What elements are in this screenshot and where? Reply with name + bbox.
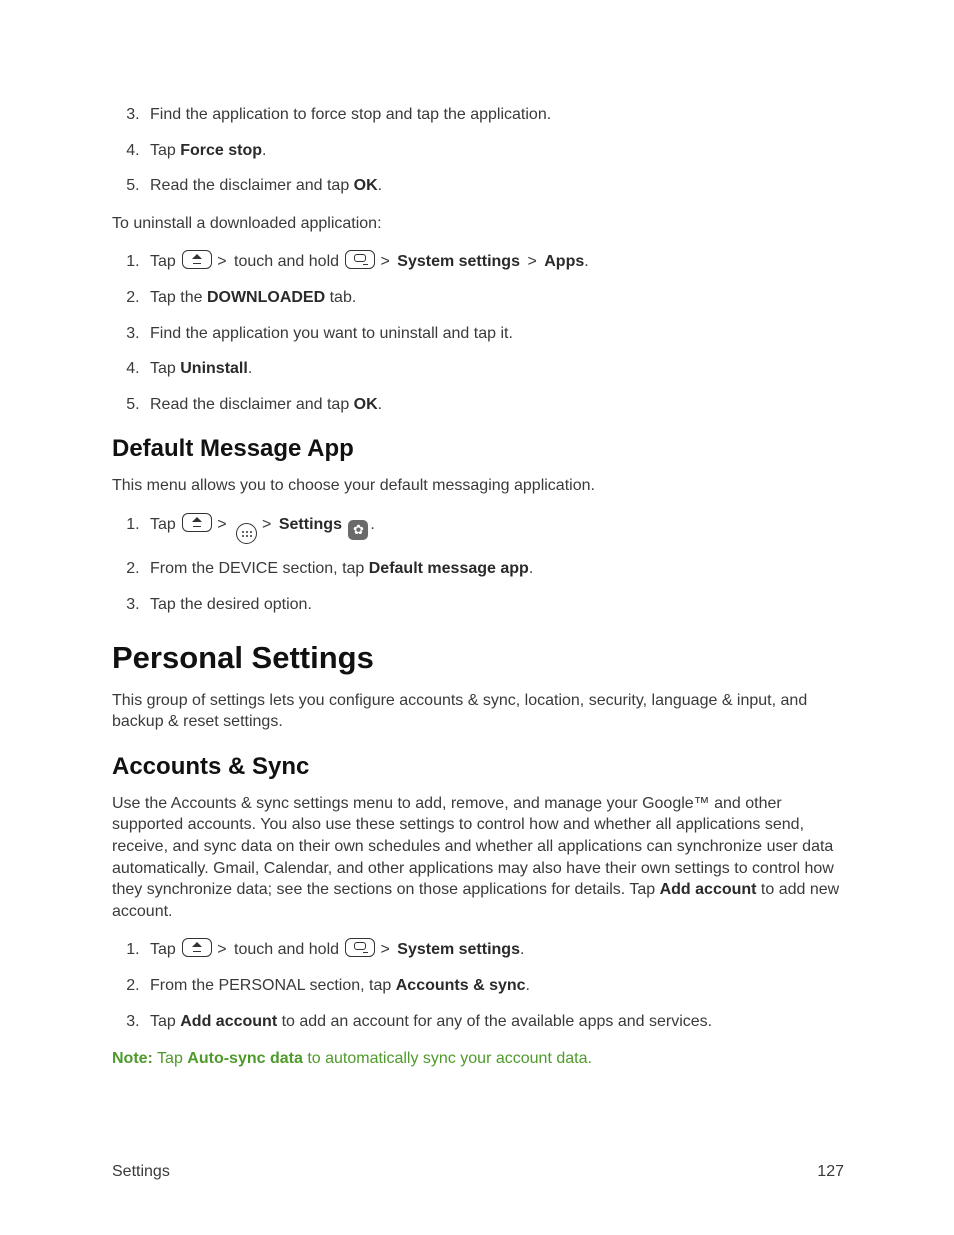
gear-icon: ✿	[348, 520, 368, 540]
list-item: Read the disclaimer and tap OK.	[144, 394, 844, 416]
apps-label: Apps	[544, 253, 584, 270]
step-text: touch and hold	[230, 253, 344, 270]
list-item: Tap Uninstall.	[144, 358, 844, 380]
home-icon	[182, 938, 212, 957]
list-item: Tap > > Settings ✿.	[144, 513, 844, 545]
step-text: Read the disclaimer and tap	[150, 396, 354, 413]
step-text: Tap	[150, 253, 180, 270]
heading-default-message-app: Default Message App	[112, 435, 844, 463]
list-item: Read the disclaimer and tap OK.	[144, 175, 844, 197]
step-text: Tap	[150, 941, 180, 958]
list-item: Tap the desired option.	[144, 594, 844, 616]
uninstall-intro: To uninstall a downloaded application:	[112, 213, 844, 235]
list-item: Find the application to force stop and t…	[144, 104, 844, 126]
downloaded-tab-label: DOWNLOADED	[207, 289, 325, 306]
breadcrumb-sep: >	[527, 253, 536, 270]
step-text: From the DEVICE section, tap	[150, 560, 369, 577]
list-item: Tap Add account to add an account for an…	[144, 1011, 844, 1033]
ok-label: OK	[354, 177, 378, 194]
step-text: .	[526, 977, 530, 994]
breadcrumb-sep: >	[217, 253, 226, 270]
list-item: Tap the DOWNLOADED tab.	[144, 287, 844, 309]
list-item: From the PERSONAL section, tap Accounts …	[144, 975, 844, 997]
step-text: From the PERSONAL section, tap	[150, 977, 396, 994]
home-icon	[182, 250, 212, 269]
force-stop-steps-continued: Find the application to force stop and t…	[112, 104, 844, 197]
step-text: .	[529, 560, 533, 577]
breadcrumb-sep: >	[217, 941, 226, 958]
recent-icon	[345, 938, 375, 957]
step-text: Read the disclaimer and tap	[150, 177, 354, 194]
list-item: Tap > touch and hold > System settings >…	[144, 250, 844, 273]
page: Find the application to force stop and t…	[0, 0, 954, 1235]
accounts-sync-label: Accounts & sync	[396, 977, 526, 994]
step-text: .	[378, 396, 382, 413]
list-item: Find the application you want to uninsta…	[144, 323, 844, 345]
step-text: Tap the	[150, 289, 207, 306]
recent-icon	[345, 250, 375, 269]
system-settings-label: System settings	[397, 941, 520, 958]
accounts-intro: Use the Accounts & sync settings menu to…	[112, 793, 844, 923]
step-text: Tap	[150, 516, 180, 533]
accounts-steps: Tap > touch and hold > System settings. …	[112, 938, 844, 1032]
force-stop-label: Force stop	[180, 142, 262, 159]
list-item: From the DEVICE section, tap Default mes…	[144, 558, 844, 580]
step-text: .	[584, 253, 588, 270]
step-text: Find the application to force stop and t…	[150, 106, 551, 123]
list-item: Tap Force stop.	[144, 140, 844, 162]
breadcrumb-sep: >	[217, 516, 226, 533]
home-icon	[182, 513, 212, 532]
step-text: .	[378, 177, 382, 194]
footer: Settings 127	[112, 1163, 844, 1181]
ok-label: OK	[354, 396, 378, 413]
step-text: Tap the desired option.	[150, 596, 312, 613]
personal-intro: This group of settings lets you configur…	[112, 690, 844, 733]
default-message-app-label: Default message app	[369, 560, 529, 577]
step-text: Tap	[150, 142, 180, 159]
dma-intro: This menu allows you to choose your defa…	[112, 475, 844, 497]
step-text: .	[520, 941, 524, 958]
step-text: Tap	[150, 1013, 180, 1030]
add-account-label: Add account	[660, 881, 757, 898]
add-account-label: Add account	[180, 1013, 277, 1030]
apps-icon	[236, 523, 257, 544]
heading-personal-settings: Personal Settings	[112, 640, 844, 676]
step-text: Tap	[150, 360, 180, 377]
note-label: Note:	[112, 1050, 153, 1067]
note-text: to automatically sync your account data.	[303, 1050, 592, 1067]
breadcrumb-sep: >	[380, 253, 389, 270]
list-item: Tap > touch and hold > System settings.	[144, 938, 844, 961]
breadcrumb-sep: >	[380, 941, 389, 958]
footer-section: Settings	[112, 1163, 170, 1181]
page-number: 127	[817, 1163, 844, 1181]
heading-accounts-sync: Accounts & Sync	[112, 753, 844, 781]
uninstall-label: Uninstall	[180, 360, 248, 377]
note: Note: Tap Auto-sync data to automaticall…	[112, 1048, 844, 1070]
auto-sync-data-label: Auto-sync data	[187, 1050, 303, 1067]
step-text: .	[262, 142, 266, 159]
step-text: .	[248, 360, 252, 377]
step-text: Find the application you want to uninsta…	[150, 325, 513, 342]
settings-label: Settings	[279, 516, 342, 533]
step-text: touch and hold	[230, 941, 344, 958]
step-text: to add an account for any of the availab…	[277, 1013, 712, 1030]
note-text: Tap	[153, 1050, 187, 1067]
breadcrumb-sep: >	[262, 516, 271, 533]
dma-steps: Tap > > Settings ✿. From the DEVICE sect…	[112, 513, 844, 616]
system-settings-label: System settings	[397, 253, 520, 270]
uninstall-steps: Tap > touch and hold > System settings >…	[112, 250, 844, 415]
step-text: .	[370, 516, 374, 533]
step-text: tab.	[325, 289, 356, 306]
